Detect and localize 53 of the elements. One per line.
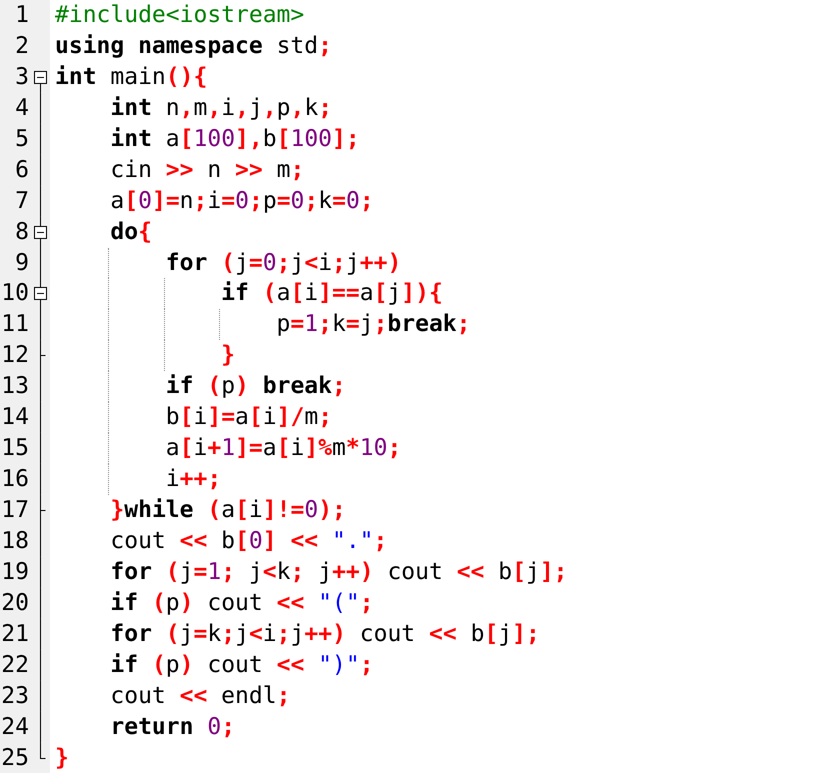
collapse-icon[interactable]: [34, 226, 47, 239]
code-line: b[i]=a[i]/m;: [164, 404, 332, 430]
line-number: 23: [0, 682, 29, 711]
line-number: 11: [0, 310, 29, 340]
code-line: p=1;k=j;break;: [276, 311, 471, 338]
code-line: if (a[i]==a[j]){: [220, 280, 443, 306]
code-line: if (p) cout << ")";: [109, 652, 374, 678]
collapse-icon[interactable]: [34, 70, 47, 84]
line-number: 25: [0, 744, 29, 772]
code-line: }: [220, 342, 236, 368]
code-line: #include<iostream>: [55, 2, 304, 28]
code-line: for (j=k;j<i;j++) cout << b[j];: [109, 620, 540, 647]
code-line: cout << endl;: [109, 682, 290, 709]
line-number: 12: [0, 341, 29, 370]
code-line: i++;: [164, 466, 222, 492]
code-line: cout << b[0] << ".";: [109, 528, 388, 554]
line-number: 24: [0, 712, 29, 742]
line-number: 19: [0, 558, 29, 587]
line-number: 7: [14, 186, 29, 216]
line-number: 9: [14, 248, 29, 278]
code-line: int main(){: [55, 64, 208, 90]
code-line: if (p) cout << "(";: [109, 590, 374, 616]
line-number: 8: [14, 218, 29, 247]
line-number: 10: [0, 279, 29, 308]
line-number: 20: [0, 588, 29, 618]
code-line: for (j=0;j<i;j++): [164, 250, 402, 276]
code-line: int n,m,i,j,p,k;: [109, 94, 332, 121]
code-line: for (j=1; j<k; j++) cout << b[j];: [109, 558, 568, 585]
code-line: a[0]=n;i=0;p=0;k=0;: [109, 188, 374, 214]
code-line: }while (a[i]!=0);: [109, 497, 346, 523]
line-number: 16: [0, 465, 29, 494]
line-number: 5: [14, 124, 29, 154]
code-line: cin >> n >> m;: [109, 156, 304, 183]
code-line: if (p) break;: [164, 373, 346, 400]
line-number: 21: [0, 620, 29, 649]
code-line: return 0;: [109, 714, 236, 740]
line-number: 13: [0, 372, 29, 402]
line-number: 15: [0, 434, 29, 464]
line-number: 14: [0, 403, 29, 432]
line-number: 17: [0, 496, 29, 525]
line-number: 4: [14, 94, 29, 123]
code-line: a[i+1]=a[i]%m*10;: [164, 435, 402, 462]
code-line: }: [55, 744, 69, 770]
line-number: 1: [14, 1, 29, 30]
line-number: 2: [14, 32, 29, 61]
code-line: do{: [109, 218, 152, 245]
code-line: int a[100],b[100];: [109, 126, 360, 152]
line-number: 3: [14, 62, 29, 92]
collapse-icon[interactable]: [34, 287, 47, 300]
code-line: using namespace std;: [55, 32, 332, 59]
line-number: 18: [0, 526, 29, 556]
line-number: 6: [14, 156, 29, 185]
line-number: 22: [0, 650, 29, 680]
